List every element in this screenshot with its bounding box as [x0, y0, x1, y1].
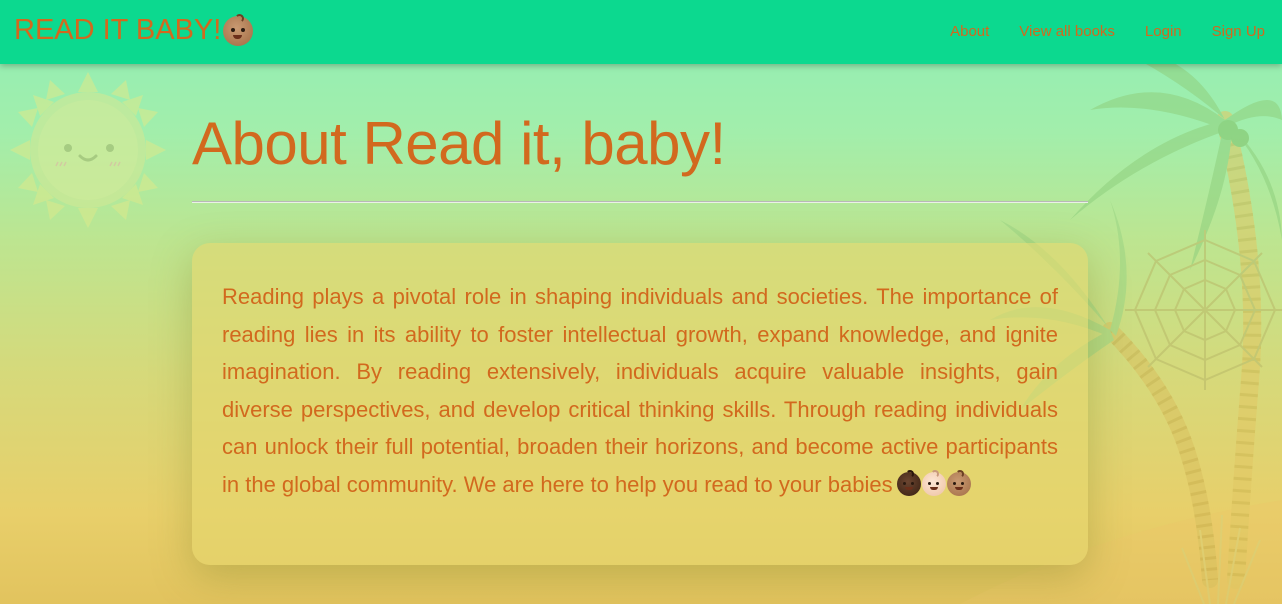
- about-card: Reading plays a pivotal role in shaping …: [192, 243, 1088, 565]
- nav-link-about[interactable]: About: [950, 23, 989, 40]
- baby-emojis: [896, 469, 971, 496]
- about-section: About Read it, baby! Reading plays a piv…: [192, 64, 1088, 565]
- navbar: READ IT BABY! About View all books Login…: [0, 0, 1282, 64]
- baby-medium-skin-icon: [946, 469, 971, 496]
- title-divider: [192, 201, 1088, 203]
- brand-logo-link[interactable]: READ IT BABY!: [14, 13, 254, 47]
- nav-link-login[interactable]: Login: [1145, 23, 1182, 40]
- nav-link-view-all-books[interactable]: View all books: [1019, 23, 1115, 40]
- nav-links: About View all books Login Sign Up: [950, 23, 1265, 40]
- page: READ IT BABY! About View all books Login…: [0, 0, 1282, 604]
- baby-light-skin-icon: [921, 469, 946, 496]
- baby-face-icon: [223, 13, 254, 46]
- nav-link-sign-up[interactable]: Sign Up: [1212, 23, 1265, 40]
- about-paragraph: Reading plays a pivotal role in shaping …: [222, 278, 1058, 503]
- baby-dark-skin-icon: [896, 469, 921, 496]
- about-paragraph-text: Reading plays a pivotal role in shaping …: [222, 284, 1058, 497]
- page-title: About Read it, baby!: [192, 110, 726, 177]
- brand-text: READ IT BABY!: [14, 14, 222, 46]
- smiling-sun-icon: [10, 72, 166, 228]
